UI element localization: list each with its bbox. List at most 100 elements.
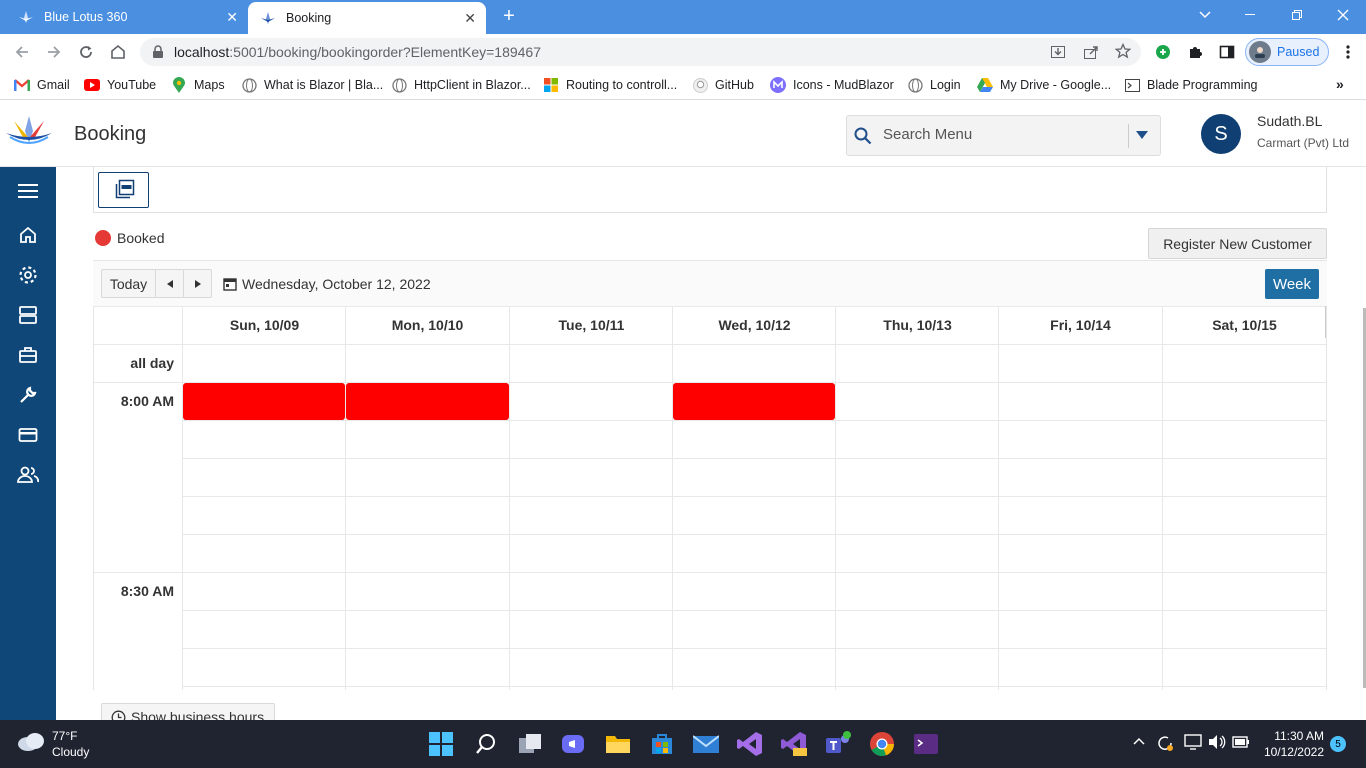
- visual-studio-preview-icon[interactable]: [780, 730, 808, 758]
- hamburger-menu-icon[interactable]: [16, 179, 40, 203]
- url-path: :5001/booking/bookingorder?ElementKey=18…: [229, 44, 542, 60]
- notification-badge[interactable]: 5: [1330, 736, 1346, 752]
- app-header: Booking S Sudath.BL Carmart (Pvt) Ltd: [0, 101, 1366, 167]
- file-explorer-icon[interactable]: [604, 730, 632, 758]
- storage-icon[interactable]: [16, 303, 40, 327]
- extension-green-icon[interactable]: [1151, 40, 1175, 64]
- mudblazor-icon: [770, 77, 786, 93]
- users-icon[interactable]: [16, 463, 40, 487]
- minimize-button[interactable]: [1228, 0, 1274, 30]
- settings-gear-icon[interactable]: [16, 263, 40, 287]
- day-header-sat[interactable]: Sat, 10/15: [1163, 306, 1326, 344]
- new-tab-button[interactable]: +: [498, 6, 520, 28]
- tab-search-icon[interactable]: [1182, 0, 1228, 30]
- week-calendar-grid: Sun, 10/09 Mon, 10/10 Tue, 10/11 Wed, 10…: [93, 306, 1327, 690]
- close-tab-icon[interactable]: ✕: [226, 9, 238, 26]
- bookmark-gmail[interactable]: Gmail: [14, 77, 70, 93]
- day-header-mon[interactable]: Mon, 10/10: [346, 306, 509, 344]
- day-header-sun[interactable]: Sun, 10/09: [183, 306, 346, 344]
- lock-icon[interactable]: [152, 45, 164, 59]
- weather-temp: 77°F: [52, 729, 78, 743]
- booking-event-sun[interactable]: [183, 383, 345, 420]
- task-view-icon[interactable]: [516, 730, 544, 758]
- today-button[interactable]: Today: [101, 269, 156, 298]
- bookmark-blazor[interactable]: What is Blazor | Bla...: [241, 77, 383, 93]
- microsoft-store-icon[interactable]: [648, 730, 676, 758]
- day-header-fri[interactable]: Fri, 10/14: [999, 306, 1162, 344]
- chrome-menu-icon[interactable]: [1336, 40, 1360, 64]
- bookmark-label: Gmail: [37, 78, 70, 92]
- bookmark-routing[interactable]: Routing to controll...: [543, 77, 677, 93]
- next-button[interactable]: [183, 269, 212, 298]
- register-new-customer-button[interactable]: Register New Customer: [1148, 228, 1327, 259]
- weather-cloud-icon[interactable]: [16, 731, 46, 753]
- install-app-icon[interactable]: [1050, 44, 1066, 60]
- bookmark-youtube[interactable]: YouTube: [84, 77, 156, 93]
- bookmark-mudblazor[interactable]: Icons - MudBlazor: [770, 77, 894, 93]
- clock-date[interactable]: 10/12/2022: [1262, 745, 1324, 759]
- grid-line: [345, 306, 346, 690]
- close-window-button[interactable]: [1320, 0, 1366, 30]
- day-header-thu[interactable]: Thu, 10/13: [836, 306, 999, 344]
- chrome-icon[interactable]: [868, 730, 896, 758]
- blue-lotus-logo[interactable]: [4, 113, 54, 149]
- clock-time[interactable]: 11:30 AM: [1262, 729, 1324, 743]
- bookmark-maps[interactable]: Maps: [171, 77, 225, 93]
- bookmark-blade[interactable]: Blade Programming: [1124, 77, 1257, 93]
- bookmark-github[interactable]: GitHub: [692, 77, 754, 93]
- bookmark-httpclient[interactable]: HttpClient in Blazor...: [391, 77, 531, 93]
- extensions-puzzle-icon[interactable]: [1183, 40, 1207, 64]
- close-tab-icon[interactable]: ✕: [464, 10, 476, 27]
- day-header-tue[interactable]: Tue, 10/11: [510, 306, 673, 344]
- time-label-800: 8:00 AM: [120, 393, 174, 409]
- chevron-up-icon[interactable]: [1133, 737, 1145, 745]
- wrench-icon[interactable]: [16, 383, 40, 407]
- visual-studio-icon[interactable]: [736, 730, 764, 758]
- battery-icon[interactable]: [1232, 735, 1250, 749]
- mail-icon[interactable]: [692, 730, 720, 758]
- bookmark-login[interactable]: Login: [907, 77, 961, 93]
- bookmark-google-drive[interactable]: My Drive - Google...: [977, 77, 1111, 93]
- search-icon[interactable]: [472, 730, 500, 758]
- restore-button[interactable]: [1274, 0, 1320, 30]
- more-bookmarks-chevron-icon[interactable]: »: [1336, 76, 1344, 92]
- search-menu[interactable]: [846, 115, 1161, 156]
- bookmark-label: What is Blazor | Bla...: [264, 78, 384, 92]
- display-icon[interactable]: [1184, 734, 1202, 750]
- grid-line: [183, 496, 1326, 497]
- search-input[interactable]: [883, 126, 1123, 143]
- booking-event-wed[interactable]: [673, 383, 835, 420]
- volume-icon[interactable]: [1208, 734, 1226, 750]
- user-avatar[interactable]: S: [1201, 114, 1241, 154]
- home-icon[interactable]: [106, 40, 130, 64]
- show-business-hours-button[interactable]: Show business hours: [101, 703, 275, 720]
- sync-icon[interactable]: [1156, 734, 1174, 752]
- briefcase-icon[interactable]: [16, 343, 40, 367]
- share-icon[interactable]: [1083, 44, 1099, 60]
- week-view-button[interactable]: Week: [1265, 269, 1319, 299]
- forward-arrow-icon[interactable]: [42, 40, 66, 64]
- grid-line: [998, 306, 999, 690]
- back-arrow-icon[interactable]: [10, 40, 34, 64]
- windows-start-icon[interactable]: [427, 730, 455, 758]
- pdf-export-button[interactable]: [98, 172, 149, 208]
- grid-line: [183, 610, 1326, 611]
- teams-chat-icon[interactable]: [559, 730, 587, 758]
- main-content: Booked Register New Customer Today Wedne…: [56, 167, 1366, 720]
- profile-paused-button[interactable]: Paused: [1245, 38, 1329, 66]
- reload-icon[interactable]: [74, 40, 98, 64]
- tab-booking[interactable]: Booking ✕: [248, 2, 486, 34]
- booking-event-mon[interactable]: [346, 383, 509, 420]
- bookmark-star-icon[interactable]: [1115, 43, 1131, 59]
- tab-blue-lotus[interactable]: Blue Lotus 360 ✕: [0, 0, 248, 34]
- side-panel-icon[interactable]: [1215, 40, 1239, 64]
- credit-card-icon[interactable]: [16, 423, 40, 447]
- home-icon[interactable]: [16, 223, 40, 247]
- terminal-app-icon[interactable]: [912, 730, 940, 758]
- previous-button[interactable]: [155, 269, 184, 298]
- teams-icon[interactable]: [824, 730, 852, 758]
- address-bar[interactable]: localhost:5001/booking/bookingorder?Elem…: [140, 38, 1141, 66]
- date-picker[interactable]: Wednesday, October 12, 2022: [223, 276, 431, 292]
- chevron-down-icon[interactable]: [1136, 131, 1148, 140]
- day-header-wed[interactable]: Wed, 10/12: [673, 306, 836, 344]
